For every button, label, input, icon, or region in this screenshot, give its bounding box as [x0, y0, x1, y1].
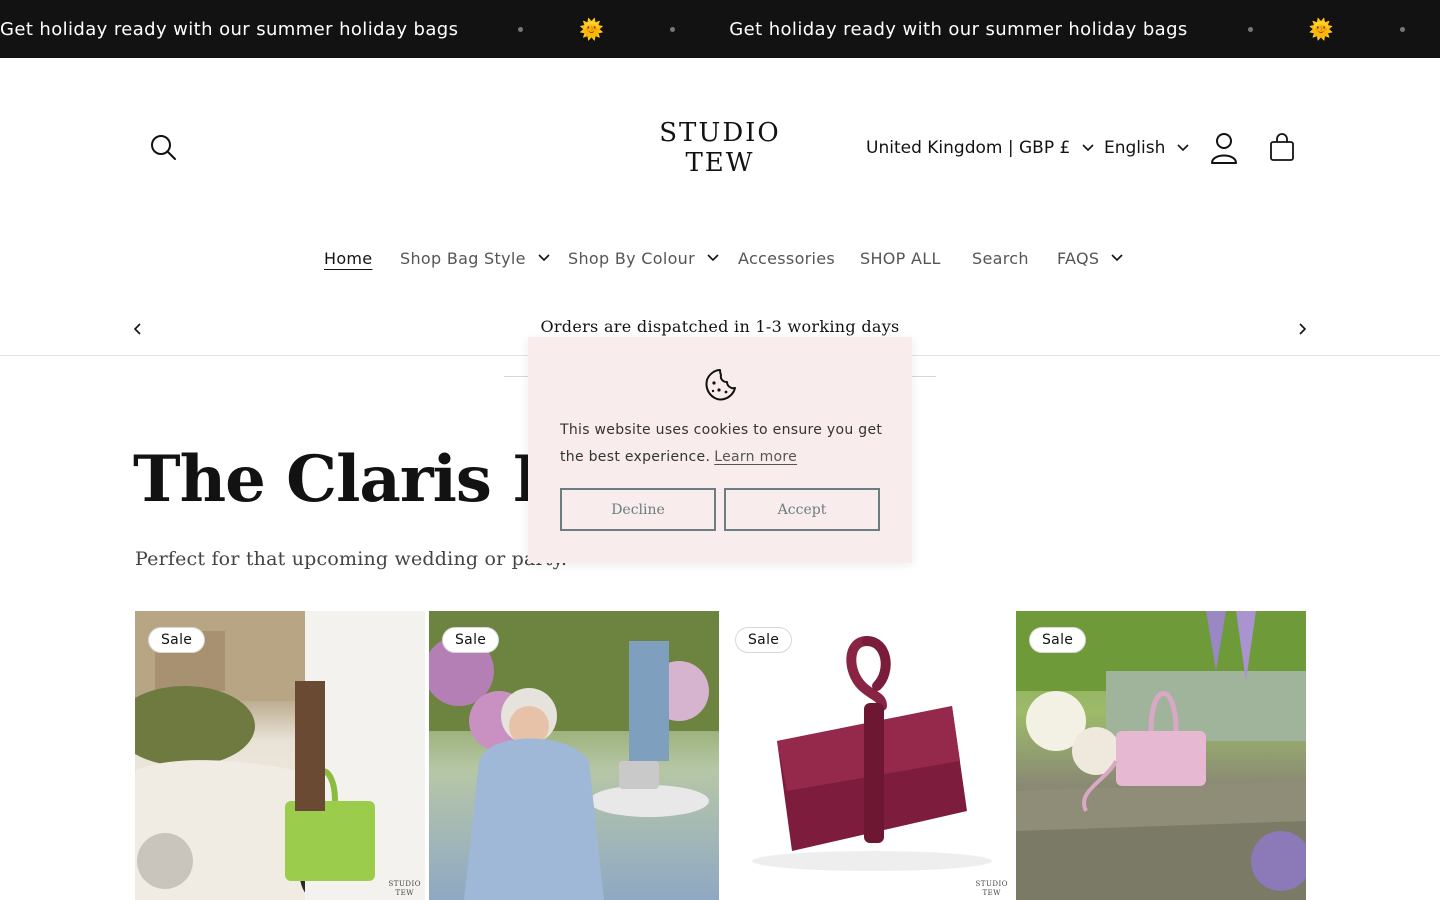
- sale-badge: Sale: [148, 627, 206, 653]
- product-image: [429, 611, 719, 900]
- nav-item-accessories[interactable]: Accessories: [738, 244, 835, 272]
- product-image: [1016, 611, 1306, 900]
- search-icon: [151, 135, 176, 160]
- product-card[interactable]: Sale: [1016, 611, 1306, 900]
- marquee-message: Get holiday ready with our summer holida…: [729, 18, 1188, 40]
- cart-button[interactable]: [1268, 133, 1296, 163]
- product-image: [752, 636, 992, 871]
- sale-badge: Sale: [1029, 627, 1087, 653]
- nav-item-shop-all[interactable]: SHOP ALL: [860, 244, 941, 272]
- marquee-message: Get holiday ready with our summer holida…: [0, 18, 459, 40]
- logo-line-1: STUDIO: [659, 118, 781, 148]
- chevron-left-icon: [133, 323, 141, 335]
- sale-badge: Sale: [442, 627, 500, 653]
- sun-icon: 🌞: [1308, 17, 1334, 41]
- main-nav: Home Shop Bag Style Shop By Colour Acces…: [0, 244, 1440, 274]
- chevron-down-icon: [1082, 144, 1094, 152]
- site-logo[interactable]: STUDIO TEW: [640, 118, 800, 178]
- decline-button[interactable]: Decline: [560, 488, 716, 531]
- image-watermark: STUDIO TEW: [975, 880, 1008, 897]
- nav-item-label: Shop Bag Style: [400, 248, 526, 268]
- account-icon: [1211, 133, 1237, 164]
- accept-button[interactable]: Accept: [724, 488, 880, 531]
- next-announcement-button[interactable]: [1294, 320, 1310, 338]
- nav-item-home[interactable]: Home: [324, 244, 372, 272]
- page-subtitle: Perfect for that upcoming wedding or par…: [135, 548, 568, 570]
- nav-item-label: Accessories: [738, 248, 836, 268]
- account-button[interactable]: [1208, 131, 1240, 165]
- cookie-icon: [705, 369, 736, 401]
- separator-dot: [1247, 26, 1253, 32]
- nav-item-label: FAQS: [1057, 248, 1100, 268]
- cookie-message: This website uses cookies to ensure you …: [560, 417, 890, 471]
- product-card[interactable]: Sale STUDIO TEW: [722, 611, 1012, 900]
- language-selector-label: English: [1104, 138, 1166, 158]
- nav-item-search[interactable]: Search: [972, 244, 1029, 272]
- nav-item-label: Search: [972, 248, 1029, 268]
- previous-announcement-button[interactable]: [130, 320, 146, 338]
- nav-item-shop-bag-style[interactable]: Shop Bag Style: [400, 244, 550, 272]
- separator-dot: [670, 26, 676, 32]
- announcement-marquee: Get holiday ready with our summer holida…: [0, 0, 1440, 58]
- marquee-track: Get holiday ready with our summer holida…: [0, 0, 1440, 58]
- header-search-button[interactable]: [148, 132, 180, 164]
- product-card[interactable]: Sale: [429, 611, 719, 900]
- logo-line-2: TEW: [685, 148, 755, 178]
- chevron-down-icon: [538, 254, 550, 262]
- chevron-down-icon: [1177, 144, 1189, 152]
- sun-icon: 🌞: [579, 17, 605, 41]
- nav-item-label: SHOP ALL: [860, 248, 941, 268]
- sale-badge: Sale: [735, 627, 793, 653]
- chevron-down-icon: [707, 254, 719, 262]
- learn-more-link[interactable]: Learn more: [714, 449, 797, 465]
- cookie-banner: This website uses cookies to ensure you …: [528, 337, 912, 563]
- separator-dot: [1399, 26, 1405, 32]
- nav-item-label: Home: [324, 248, 373, 268]
- cart-icon: [1270, 133, 1294, 161]
- product-card[interactable]: Sale STUDIO TEW: [135, 611, 425, 900]
- nav-item-label: Shop By Colour: [568, 248, 695, 268]
- nav-item-faqs[interactable]: FAQS: [1057, 244, 1123, 272]
- nav-item-shop-by-colour[interactable]: Shop By Colour: [568, 244, 719, 272]
- language-selector[interactable]: English: [1104, 135, 1189, 161]
- country-selector[interactable]: United Kingdom | GBP £: [866, 135, 1094, 161]
- product-image: [135, 611, 425, 900]
- image-watermark: STUDIO TEW: [388, 880, 421, 897]
- separator-dot: [518, 26, 524, 32]
- country-selector-label: United Kingdom | GBP £: [866, 138, 1071, 158]
- announcement-text: Orders are dispatched in 1-3 working day…: [540, 317, 900, 336]
- chevron-right-icon: [1299, 323, 1307, 335]
- chevron-down-icon: [1111, 254, 1123, 262]
